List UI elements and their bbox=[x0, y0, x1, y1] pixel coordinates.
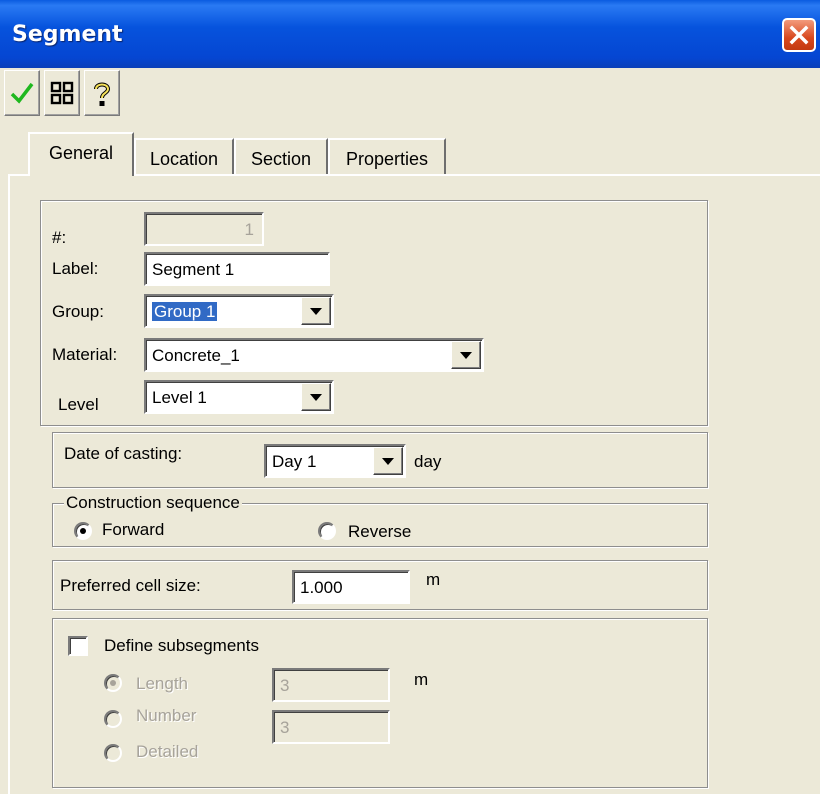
detailed-radio[interactable] bbox=[104, 744, 122, 762]
length-label: Length bbox=[136, 674, 188, 693]
cell-label: Preferred cell size: bbox=[60, 576, 201, 595]
tab-general[interactable]: General bbox=[28, 132, 134, 176]
reverse-label: Reverse bbox=[348, 522, 412, 541]
title-bar: Segment bbox=[0, 0, 820, 68]
window-title: Segment bbox=[12, 22, 123, 47]
material-label: Material: bbox=[52, 345, 118, 364]
cell-unit: m bbox=[426, 570, 441, 589]
forward-label: Forward bbox=[102, 520, 165, 539]
define-subsegments-checkbox[interactable] bbox=[68, 636, 88, 656]
grid-button[interactable] bbox=[44, 70, 80, 116]
label-input[interactable]: Segment 1 bbox=[144, 252, 330, 286]
group-select[interactable]: Group 1 bbox=[144, 294, 334, 328]
length-unit: m bbox=[414, 670, 429, 689]
casting-value: Day 1 bbox=[272, 452, 317, 471]
tab-properties[interactable]: Properties bbox=[328, 138, 446, 176]
chevron-down-icon[interactable] bbox=[301, 297, 331, 325]
help-icon bbox=[94, 82, 111, 106]
tab-location[interactable]: Location bbox=[134, 138, 234, 176]
number-option-label: Number bbox=[136, 706, 197, 725]
chevron-down-icon[interactable] bbox=[451, 341, 481, 369]
close-icon bbox=[789, 25, 809, 45]
reverse-radio[interactable] bbox=[318, 522, 336, 540]
tab-section[interactable]: Section bbox=[234, 138, 328, 176]
help-button[interactable] bbox=[84, 70, 120, 116]
level-value: Level 1 bbox=[152, 388, 207, 407]
casting-label: Date of casting: bbox=[64, 444, 183, 463]
chevron-down-icon[interactable] bbox=[301, 383, 331, 411]
number-field: 1 bbox=[144, 212, 264, 246]
checkmark-icon bbox=[10, 82, 34, 104]
close-button[interactable] bbox=[782, 18, 816, 52]
grid-icon bbox=[50, 81, 74, 105]
level-select[interactable]: Level 1 bbox=[144, 380, 334, 414]
number-label: #: bbox=[52, 228, 67, 247]
chevron-down-icon[interactable] bbox=[373, 447, 403, 475]
number-input[interactable]: 3 bbox=[272, 710, 390, 744]
casting-unit: day bbox=[414, 452, 442, 471]
define-subsegments-label: Define subsegments bbox=[104, 636, 259, 655]
ok-button[interactable] bbox=[4, 70, 40, 116]
material-value: Concrete_1 bbox=[152, 346, 240, 365]
forward-radio[interactable] bbox=[74, 522, 92, 540]
general-group bbox=[40, 200, 708, 426]
group-label: Group: bbox=[52, 302, 104, 321]
length-radio[interactable] bbox=[104, 674, 122, 692]
level-label: Level bbox=[58, 395, 99, 414]
number-radio[interactable] bbox=[104, 710, 122, 728]
material-select[interactable]: Concrete_1 bbox=[144, 338, 484, 372]
detailed-label: Detailed bbox=[136, 742, 199, 761]
casting-select[interactable]: Day 1 bbox=[264, 444, 406, 478]
sequence-legend: Construction sequence bbox=[64, 493, 242, 513]
cell-size-input[interactable]: 1.000 bbox=[292, 570, 410, 604]
group-value: Group 1 bbox=[152, 302, 218, 321]
length-input[interactable]: 3 bbox=[272, 668, 390, 702]
label-label: Label: bbox=[52, 259, 99, 278]
